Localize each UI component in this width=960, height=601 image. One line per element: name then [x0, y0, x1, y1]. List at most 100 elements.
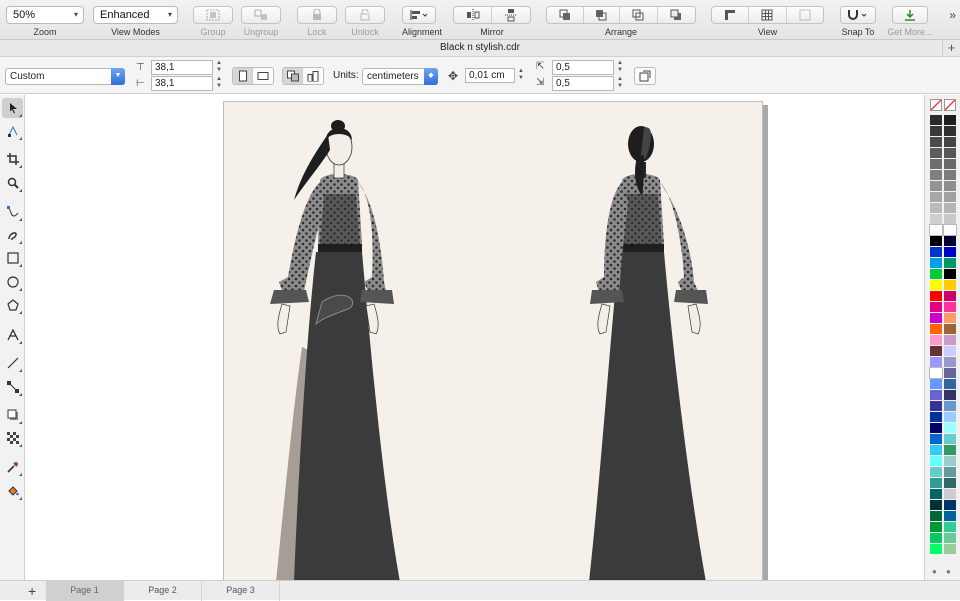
connector-tool[interactable] [2, 377, 23, 397]
color-swatch[interactable] [930, 203, 942, 213]
color-swatch[interactable] [930, 324, 942, 334]
dimension-tool[interactable] [2, 353, 23, 373]
palette-scroll[interactable]: ● ● [925, 566, 960, 580]
mirror-horizontal-button[interactable] [454, 7, 493, 23]
color-swatch[interactable] [944, 412, 956, 422]
color-swatch[interactable] [930, 533, 942, 543]
alignment-button[interactable] [402, 6, 436, 24]
color-swatch[interactable] [930, 544, 942, 554]
to-front-button[interactable] [547, 7, 584, 23]
artistic-media-tool[interactable] [2, 225, 23, 245]
nudge-input[interactable]: 0,01 cm [465, 68, 515, 83]
color-swatch[interactable] [930, 423, 942, 433]
interactive-fill-tool[interactable] [2, 481, 23, 501]
forward-one-button[interactable] [584, 7, 621, 23]
color-swatch[interactable] [944, 280, 956, 290]
page-tab[interactable]: Page 1 [46, 581, 124, 601]
guidelines-button[interactable] [787, 7, 823, 23]
new-document-icon[interactable]: + [942, 40, 960, 56]
current-page-button[interactable] [303, 68, 323, 84]
add-page-icon[interactable]: + [28, 583, 36, 599]
mirror-vertical-button[interactable] [492, 7, 530, 23]
nudge-stepper[interactable]: ▲ ▼ [517, 68, 525, 83]
duplicate-y-input[interactable]: 0,5 [552, 76, 614, 91]
snap-to-button[interactable] [840, 6, 876, 24]
color-swatch[interactable] [930, 115, 942, 125]
color-swatch[interactable] [930, 478, 942, 488]
color-swatch[interactable] [944, 489, 956, 499]
document-title[interactable]: Black n stylish.cdr [440, 42, 520, 53]
page-tab[interactable]: Page 3 [202, 581, 280, 601]
color-swatch[interactable] [930, 335, 942, 345]
duplicate-x-stepper[interactable]: ▲ ▼ [616, 60, 624, 75]
color-swatch[interactable] [944, 203, 956, 213]
rulers-button[interactable] [712, 7, 750, 23]
no-outline-icon[interactable] [944, 99, 956, 111]
color-swatch[interactable] [930, 126, 942, 136]
color-swatch[interactable] [944, 313, 956, 323]
color-swatch[interactable] [944, 533, 956, 543]
page-height-input[interactable]: 38,1 [151, 76, 213, 91]
units-select[interactable]: centimeters ◆ [362, 68, 438, 85]
drawing-canvas[interactable] [26, 95, 923, 580]
color-swatch[interactable] [944, 115, 956, 125]
color-swatch[interactable] [930, 291, 942, 301]
color-swatch[interactable] [930, 511, 942, 521]
color-swatch[interactable] [944, 214, 956, 224]
polygon-tool[interactable] [2, 295, 23, 315]
color-swatch[interactable] [944, 511, 956, 521]
text-tool[interactable] [2, 325, 23, 345]
color-swatch[interactable] [930, 170, 942, 180]
color-swatch[interactable] [930, 467, 942, 477]
palette-scroll-down-icon[interactable]: ● [932, 567, 937, 576]
color-swatch[interactable] [944, 445, 956, 455]
color-swatch[interactable] [929, 367, 943, 379]
color-swatch[interactable] [930, 181, 942, 191]
unlock-button[interactable] [345, 6, 385, 24]
landscape-button[interactable] [253, 68, 273, 84]
color-swatch[interactable] [944, 544, 956, 554]
all-pages-button[interactable] [283, 68, 303, 84]
to-back-button[interactable] [658, 7, 695, 23]
color-swatch[interactable] [930, 401, 942, 411]
treat-as-filled-button[interactable] [635, 68, 655, 84]
shape-tool[interactable] [2, 121, 23, 141]
color-swatch[interactable] [944, 192, 956, 202]
color-swatch[interactable] [944, 467, 956, 477]
color-swatch[interactable] [944, 324, 956, 334]
duplicate-x-input[interactable]: 0,5 [552, 60, 614, 75]
color-swatch[interactable] [944, 390, 956, 400]
color-swatch[interactable] [930, 346, 942, 356]
color-swatch[interactable] [944, 247, 956, 257]
page-tab[interactable]: Page 2 [124, 581, 202, 601]
color-swatch[interactable] [944, 302, 956, 312]
color-swatch[interactable] [944, 478, 956, 488]
color-swatch[interactable] [944, 335, 956, 345]
color-swatch[interactable] [930, 379, 942, 389]
rectangle-tool[interactable] [2, 248, 23, 268]
page-width-input[interactable]: 38,1 [151, 60, 213, 75]
color-swatch[interactable] [944, 500, 956, 510]
color-swatch[interactable] [930, 137, 942, 147]
color-swatch[interactable] [930, 522, 942, 532]
view-modes-select[interactable]: Enhanced ▾ [93, 6, 178, 24]
color-swatch[interactable] [930, 357, 942, 367]
color-swatch[interactable] [944, 159, 956, 169]
color-swatch[interactable] [944, 137, 956, 147]
color-swatch[interactable] [944, 522, 956, 532]
color-swatch[interactable] [930, 214, 942, 224]
no-color-icon[interactable] [930, 99, 942, 111]
color-swatch[interactable] [930, 302, 942, 312]
duplicate-y-stepper[interactable]: ▲ ▼ [616, 76, 624, 91]
color-swatch[interactable] [930, 258, 942, 268]
transparency-tool[interactable] [2, 428, 23, 448]
color-swatch[interactable] [930, 159, 942, 169]
color-swatch[interactable] [944, 236, 956, 246]
eyedropper-tool[interactable] [2, 457, 23, 477]
page-area[interactable] [223, 101, 763, 580]
back-one-button[interactable] [620, 7, 658, 23]
color-swatch[interactable] [944, 170, 956, 180]
page-size-select[interactable]: Custom ▼ [5, 68, 125, 85]
freehand-tool[interactable] [2, 202, 23, 222]
zoom-select[interactable]: 50% ▾ [6, 6, 84, 24]
